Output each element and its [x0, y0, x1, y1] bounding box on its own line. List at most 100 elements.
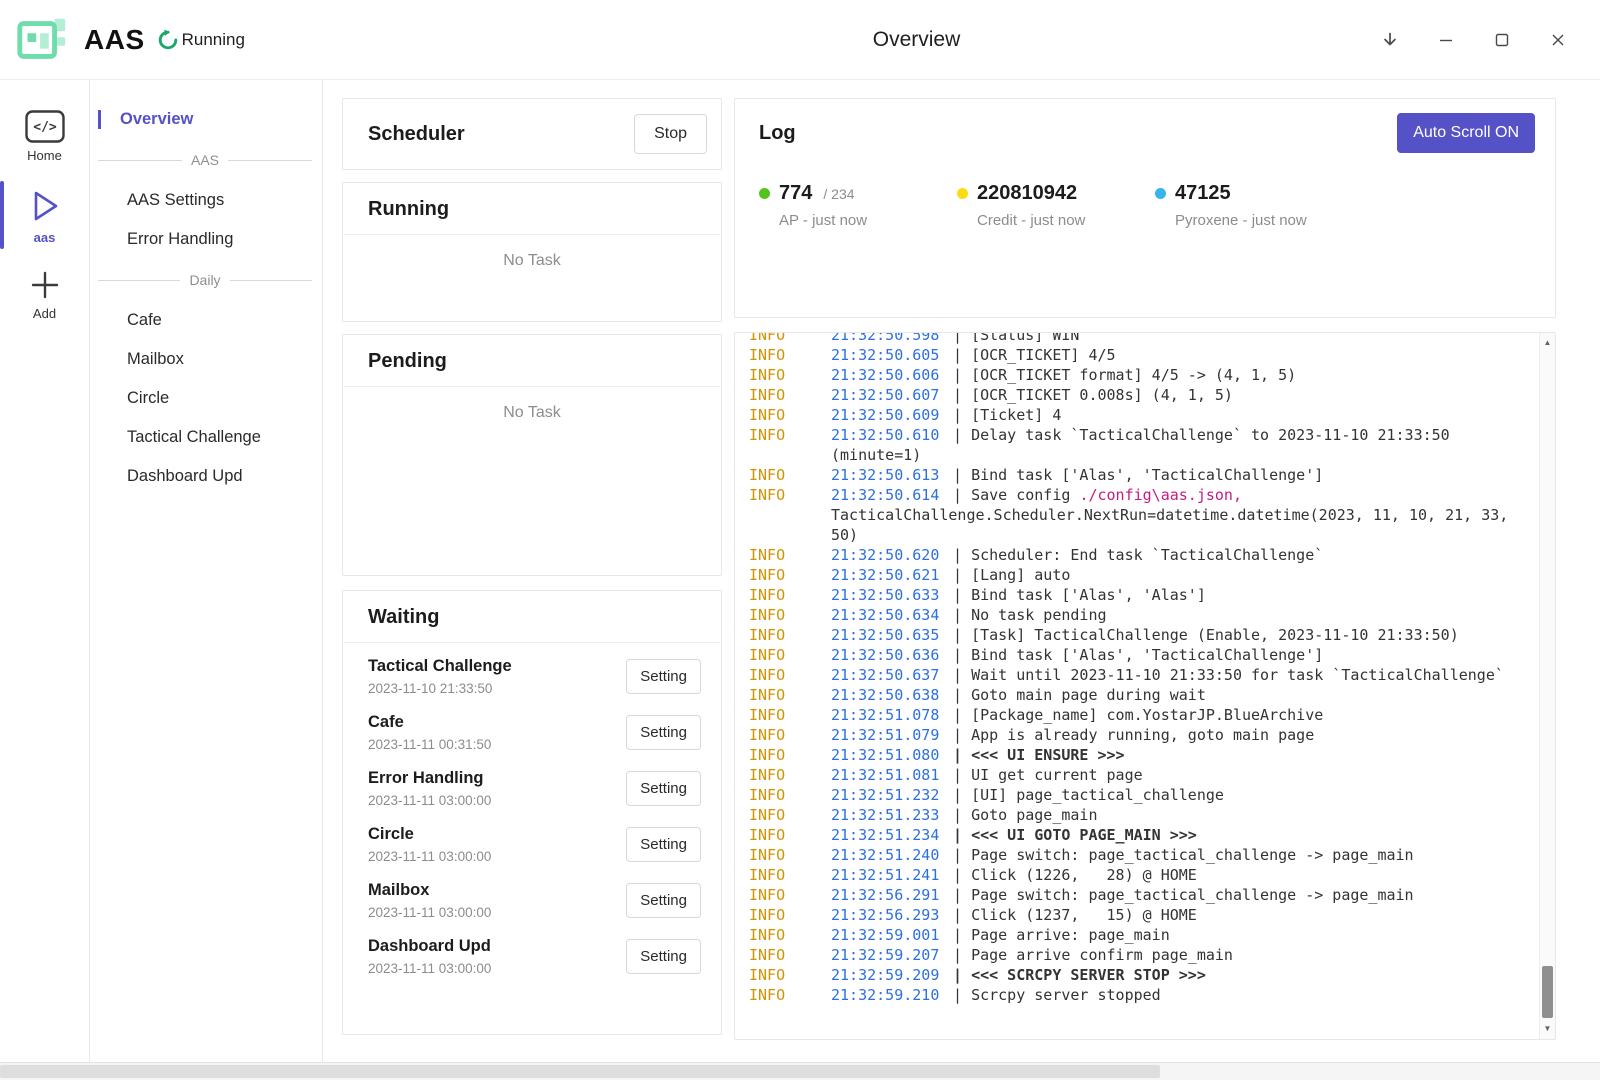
log-message: | [Package_name] com.YostarJP.BlueArchiv…: [953, 706, 1323, 724]
scrollbar-thumb[interactable]: [1542, 966, 1553, 1018]
log-level: INFO: [749, 345, 831, 365]
log-scrollbar[interactable]: ▲ ▼: [1539, 333, 1555, 1039]
task-next-run-time: 2023-11-11 03:00:00: [368, 905, 491, 920]
log-level: INFO: [749, 725, 831, 745]
task-column: Scheduler Stop Running No Task Pending N…: [342, 98, 722, 1040]
scheduler-title: Scheduler: [368, 123, 465, 146]
minimize-button[interactable]: [1426, 20, 1466, 60]
log-message: | Page arrive confirm page_main: [953, 946, 1233, 964]
log-timestamp: 21:32:50.610: [831, 425, 953, 445]
task-setting-button[interactable]: Setting: [626, 659, 701, 694]
close-button[interactable]: [1538, 20, 1578, 60]
running-empty-text: No Task: [343, 235, 721, 270]
task-setting-button[interactable]: Setting: [626, 827, 701, 862]
log-timestamp: 21:32:50.607: [831, 385, 953, 405]
log-level: INFO: [749, 625, 831, 645]
log-message: | [Status] WIN: [953, 333, 1079, 344]
task-setting-button[interactable]: Setting: [626, 715, 701, 750]
task-setting-button[interactable]: Setting: [626, 883, 701, 918]
task-info: Cafe2023-11-11 00:31:50: [368, 713, 491, 752]
maximize-button[interactable]: [1482, 20, 1522, 60]
log-level: INFO: [749, 385, 831, 405]
log-message: | Bind task ['Alas', 'TacticalChallenge'…: [953, 466, 1323, 484]
log-line: INFO21:32:51.081| UI get current page: [749, 765, 1509, 785]
menu-item-cafe[interactable]: Cafe: [90, 301, 322, 340]
log-timestamp: 21:32:50.606: [831, 365, 953, 385]
task-setting-button[interactable]: Setting: [626, 939, 701, 974]
waiting-task-tactical-challenge: Tactical Challenge 2023-11-10 21:33:50 Set…: [368, 648, 701, 704]
log-output[interactable]: INFO21:32:50.598| [Status] WININFO21:32:…: [735, 333, 1539, 1039]
menu-item-overview[interactable]: Overview: [90, 100, 322, 139]
task-name: Error Handling: [368, 769, 491, 788]
scroll-down-icon[interactable]: ▼: [1540, 1025, 1555, 1033]
task-next-run-time: 2023-11-11 03:00:00: [368, 793, 491, 808]
log-line: INFO21:32:50.606| [OCR_TICKET format] 4/…: [749, 365, 1509, 385]
running-card-header: Running: [343, 183, 721, 235]
stat-dot-icon: [759, 188, 770, 199]
task-next-run-time: 2023-11-11 03:00:00: [368, 961, 491, 976]
log-header-row: Log Auto Scroll ON: [759, 113, 1535, 153]
log-timestamp: 21:32:59.207: [831, 945, 953, 965]
log-level: INFO: [749, 965, 831, 985]
task-name: Mailbox: [368, 881, 491, 900]
scheduler-stop-button[interactable]: Stop: [634, 114, 707, 154]
log-level: INFO: [749, 605, 831, 625]
log-message: | Scrcpy server stopped: [953, 986, 1161, 1004]
log-timestamp: 21:32:50.636: [831, 645, 953, 665]
log-line: INFO21:32:50.637| Wait until 2023-11-10 …: [749, 665, 1509, 685]
close-icon: [1550, 32, 1566, 48]
waiting-task-cafe: Cafe2023-11-11 00:31:50 Setting: [368, 704, 701, 760]
menu-item-mailbox[interactable]: Mailbox: [90, 340, 322, 379]
page-title: Overview: [323, 28, 1510, 52]
log-timestamp: 21:32:51.241: [831, 865, 953, 885]
log-line: INFO21:32:56.293| Click (1237, 15) @ HOM…: [749, 905, 1509, 925]
task-setting-button[interactable]: Setting: [626, 771, 701, 806]
log-message: | Bind task ['Alas', 'Alas']: [953, 586, 1206, 604]
log-timestamp: 21:32:50.634: [831, 605, 953, 625]
menu-item-error-handling[interactable]: Error Handling: [90, 220, 322, 259]
log-timestamp: 21:32:51.079: [831, 725, 953, 745]
log-lines: INFO21:32:50.598| [Status] WININFO21:32:…: [749, 333, 1509, 1005]
update-button[interactable]: [1370, 20, 1410, 60]
log-line: INFO21:32:59.209| <<< SCRCPY SERVER STOP…: [749, 965, 1509, 985]
log-message: | Page switch: page_tactical_challenge -…: [953, 886, 1414, 904]
log-message: | Page arrive: page_main: [953, 926, 1170, 944]
window-controls: [1370, 20, 1600, 60]
auto-scroll-button[interactable]: Auto Scroll ON: [1397, 113, 1535, 153]
horizontal-scrollbar[interactable]: [0, 1062, 1600, 1080]
log-level: INFO: [749, 333, 831, 345]
waiting-task-dashboard-upd: Dashboard Upd 2023-11-11 03:00:00 Setting: [368, 928, 701, 984]
menu-item-aas-settings[interactable]: AAS Settings: [90, 181, 322, 220]
rail-item-add[interactable]: Add: [0, 259, 89, 329]
menu-item-circle[interactable]: Circle: [90, 379, 322, 418]
rail-item-aas-label: aas: [34, 230, 56, 245]
scroll-up-icon[interactable]: ▲: [1540, 339, 1555, 347]
rail-item-home[interactable]: </> Home: [0, 100, 89, 171]
log-timestamp: 21:32:59.209: [831, 965, 953, 985]
rail-item-aas[interactable]: aas: [0, 177, 89, 253]
menu-item-label: Overview: [120, 110, 193, 128]
horizontal-scrollbar-thumb[interactable]: [0, 1065, 1160, 1078]
task-name: Dashboard Upd: [368, 937, 491, 956]
log-line: INFO21:32:50.614| Save config ./config\a…: [749, 485, 1509, 545]
pending-card-header: Pending: [343, 335, 721, 387]
log-header-card: Log Auto Scroll ON 774/ 234AP - just now…: [734, 98, 1556, 318]
log-message: | No task pending: [953, 606, 1107, 624]
stat-dot-icon: [1155, 188, 1166, 199]
nav-menu: OverviewAASAAS SettingsError HandlingDai…: [90, 80, 323, 1062]
pending-empty-text: No Task: [343, 387, 721, 422]
menu-item-tactical-challenge[interactable]: Tactical Challenge: [90, 418, 322, 457]
log-message: | App is already running, goto main page: [953, 726, 1314, 744]
log-line: INFO21:32:50.620| Scheduler: End task `T…: [749, 545, 1509, 565]
task-next-run-time: 2023-11-10 21:33:50: [368, 681, 512, 696]
log-title: Log: [759, 122, 796, 145]
running-spinner-icon: [157, 29, 179, 51]
log-line: INFO21:32:56.291| Page switch: page_tact…: [749, 885, 1509, 905]
log-timestamp: 21:32:51.240: [831, 845, 953, 865]
task-name: Tactical Challenge: [368, 657, 512, 676]
menu-item-dashboard-upd[interactable]: Dashboard Upd: [90, 457, 322, 496]
log-line: INFO21:32:51.234| <<< UI GOTO PAGE_MAIN …: [749, 825, 1509, 845]
log-level: INFO: [749, 585, 831, 605]
log-timestamp: 21:32:50.614: [831, 485, 953, 505]
status-indicator: Running: [157, 29, 245, 51]
